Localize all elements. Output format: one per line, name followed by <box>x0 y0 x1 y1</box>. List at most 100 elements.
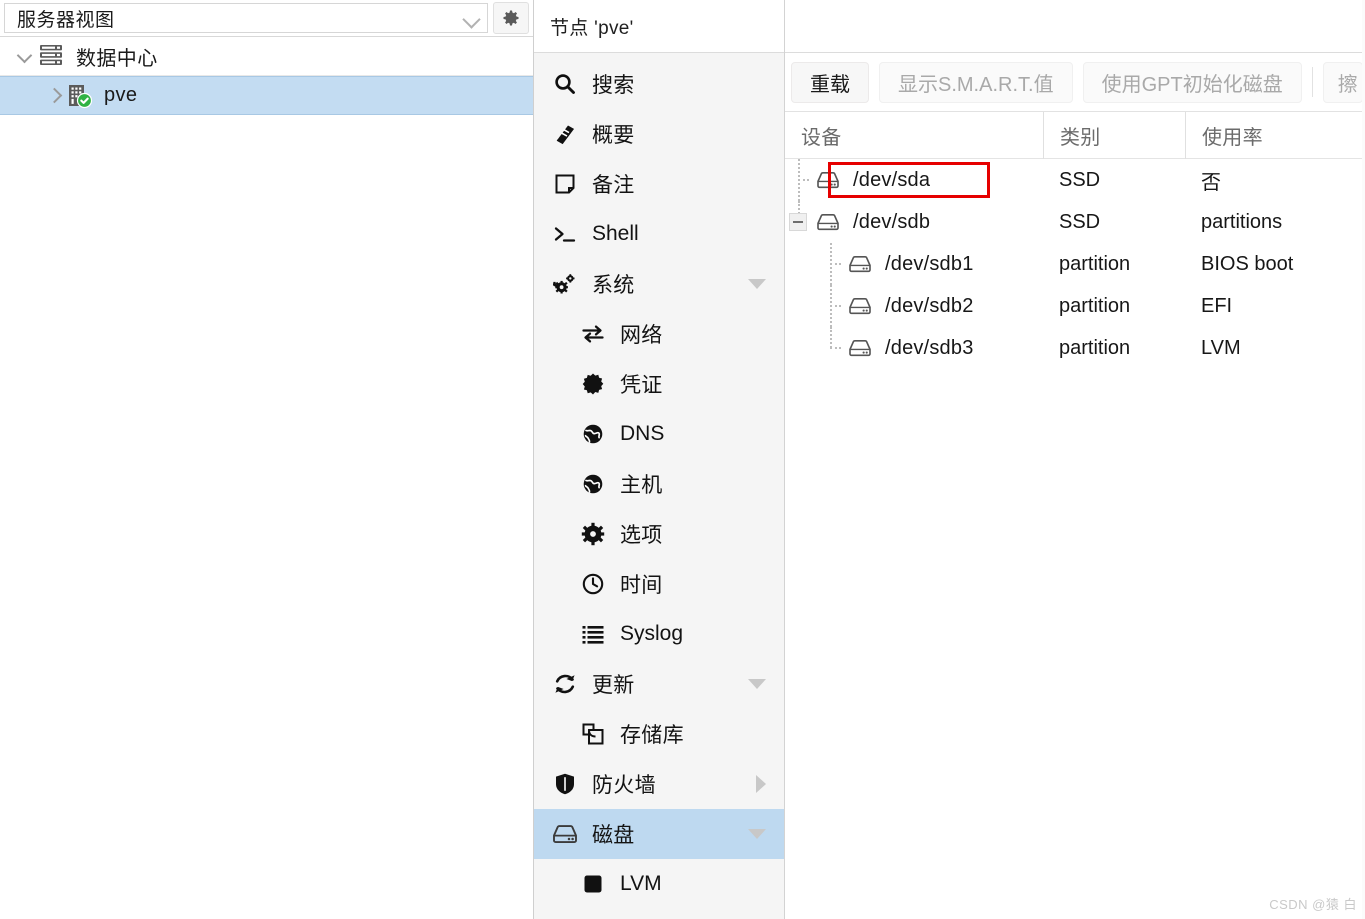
menu-item-label: 选项 <box>620 524 663 547</box>
menu-item-label: 主机 <box>620 474 663 497</box>
toolbar-separator <box>1311 67 1313 97</box>
column-header-device[interactable]: 设备 <box>785 112 1043 159</box>
chevron-right-icon[interactable] <box>44 86 64 106</box>
menu-item-label: 搜索 <box>592 74 635 97</box>
gear-icon <box>503 10 519 26</box>
disks-grid-body: /dev/sda SSD 否 /dev/sdb SSD partitions /… <box>785 159 1365 369</box>
device-name: /dev/sdb2 <box>885 294 974 317</box>
menu-item-network[interactable]: 网络 <box>534 309 784 359</box>
disk-icon <box>550 823 580 845</box>
cell-type: SSD <box>1059 168 1101 191</box>
list-icon <box>578 622 608 646</box>
menu-item-lvm[interactable]: LVM <box>534 859 784 909</box>
cell-device: /dev/sdb <box>785 201 1043 243</box>
menu-item-label: 备注 <box>592 174 635 197</box>
wipe-disk-button[interactable]: 擦 <box>1322 61 1363 103</box>
menu-item-summary[interactable]: 概要 <box>534 109 784 159</box>
chevron-down-icon[interactable] <box>16 46 36 66</box>
menu-item-label: 防火墙 <box>592 774 656 797</box>
tree-gutter <box>785 243 845 285</box>
initialize-disk-with-gpt-button[interactable]: 使用GPT初始化磁盘 <box>1082 61 1302 103</box>
table-row[interactable]: /dev/sdb1 partition BIOS boot <box>785 243 1365 285</box>
menu-item-firewall[interactable]: 防火墙 <box>534 759 784 809</box>
tree-gutter <box>785 327 845 369</box>
menu-item-label: 时间 <box>620 574 663 597</box>
cell-type: partition <box>1059 336 1131 359</box>
menu-item-time[interactable]: 时间 <box>534 559 784 609</box>
menu-item-label: 系统 <box>592 274 635 297</box>
disks-toolbar: 重载 显示S.M.A.R.T.值 使用GPT初始化磁盘 擦 <box>785 53 1365 112</box>
node-title-bar: 节点 'pve' <box>534 0 784 53</box>
disk-icon <box>845 296 875 316</box>
repository-icon <box>578 722 608 746</box>
reload-button[interactable]: 重载 <box>791 61 869 103</box>
column-header-type[interactable]: 类别 <box>1043 111 1185 159</box>
menu-item-shell[interactable]: Shell <box>534 209 784 259</box>
cell-device: /dev/sda <box>785 159 1043 201</box>
menu-item-dns[interactable]: DNS <box>534 409 784 459</box>
table-row[interactable]: /dev/sda SSD 否 <box>785 159 1365 201</box>
view-selector-row: 服务器视图 <box>0 0 533 36</box>
menu-item-disks[interactable]: 磁盘 <box>534 809 784 859</box>
show-smart-values-button[interactable]: 显示S.M.A.R.T.值 <box>879 61 1073 103</box>
menu-item-label: DNS <box>620 422 665 445</box>
tree-item-pve[interactable]: pve <box>0 76 533 115</box>
book-icon <box>550 122 580 146</box>
menu-item-label: Shell <box>592 222 639 245</box>
globe-icon <box>578 472 608 496</box>
cell-usage: partitions <box>1201 210 1283 233</box>
chevron-down-icon[interactable] <box>463 9 481 27</box>
shield-icon <box>550 772 580 796</box>
datacenter-icon <box>38 43 68 69</box>
menu-item-label: Syslog <box>620 622 684 645</box>
cell-device: /dev/sdb3 <box>785 327 1043 369</box>
search-icon <box>550 72 580 96</box>
menu-item-label: 磁盘 <box>592 824 635 847</box>
menu-item-system[interactable]: 系统 <box>534 259 784 309</box>
cell-usage: LVM <box>1201 336 1241 359</box>
view-selector-combobox[interactable]: 服务器视图 <box>4 3 488 33</box>
table-row[interactable]: /dev/sdb2 partition EFI <box>785 285 1365 327</box>
tree-line <box>798 179 809 181</box>
globe-icon <box>578 422 608 446</box>
cell-usage: EFI <box>1201 294 1233 317</box>
gear-icon <box>578 522 608 546</box>
menu-item-search[interactable]: 搜索 <box>534 59 784 109</box>
menu-item-label: 存储库 <box>620 724 684 747</box>
tree-item-datacenter[interactable]: 数据中心 <box>0 37 533 76</box>
menu-item-certificates[interactable]: 凭证 <box>534 359 784 409</box>
content-header-spacer <box>785 0 1365 53</box>
menu-item-label: 凭证 <box>620 374 663 397</box>
cell-device: /dev/sdb2 <box>785 285 1043 327</box>
menu-item-hosts[interactable]: 主机 <box>534 459 784 509</box>
menu-item-syslog[interactable]: Syslog <box>534 609 784 659</box>
cell-type: partition <box>1059 294 1131 317</box>
menu-item-notes[interactable]: 备注 <box>534 159 784 209</box>
disk-icon <box>813 212 843 232</box>
menu-item-updates[interactable]: 更新 <box>534 659 784 709</box>
menu-item-options[interactable]: 选项 <box>534 509 784 559</box>
table-row[interactable]: /dev/sdb SSD partitions <box>785 201 1365 243</box>
network-icon <box>578 322 608 346</box>
cell-device: /dev/sdb1 <box>785 243 1043 285</box>
chevron-right-icon[interactable] <box>756 775 766 793</box>
table-row[interactable]: /dev/sdb3 partition LVM <box>785 327 1365 369</box>
refresh-icon <box>550 672 580 696</box>
chevron-down-icon[interactable] <box>748 279 766 289</box>
device-name: /dev/sdb3 <box>885 336 974 359</box>
chevron-down-icon[interactable] <box>748 679 766 689</box>
resource-tree-panel: 服务器视图 数据中心 pve <box>0 0 534 919</box>
collapse-toggle[interactable] <box>789 213 807 231</box>
tree-gutter <box>785 201 813 243</box>
chevron-down-icon[interactable] <box>748 829 766 839</box>
device-name: /dev/sda <box>853 168 931 191</box>
menu-item-repositories[interactable]: 存储库 <box>534 709 784 759</box>
node-menu-list: 搜索 概要 备注 Shell 系统 网络 凭证 DNS 主机 选项 时间 Sys… <box>534 53 784 919</box>
clock-icon <box>578 572 608 596</box>
tree-line <box>830 327 832 348</box>
column-header-usage[interactable]: 使用率 <box>1185 111 1365 159</box>
note-icon <box>550 172 580 196</box>
tree-item-label: 数据中心 <box>76 47 158 70</box>
disks-grid-header: 设备 类别 使用率 <box>785 111 1365 159</box>
settings-button[interactable] <box>493 2 529 34</box>
